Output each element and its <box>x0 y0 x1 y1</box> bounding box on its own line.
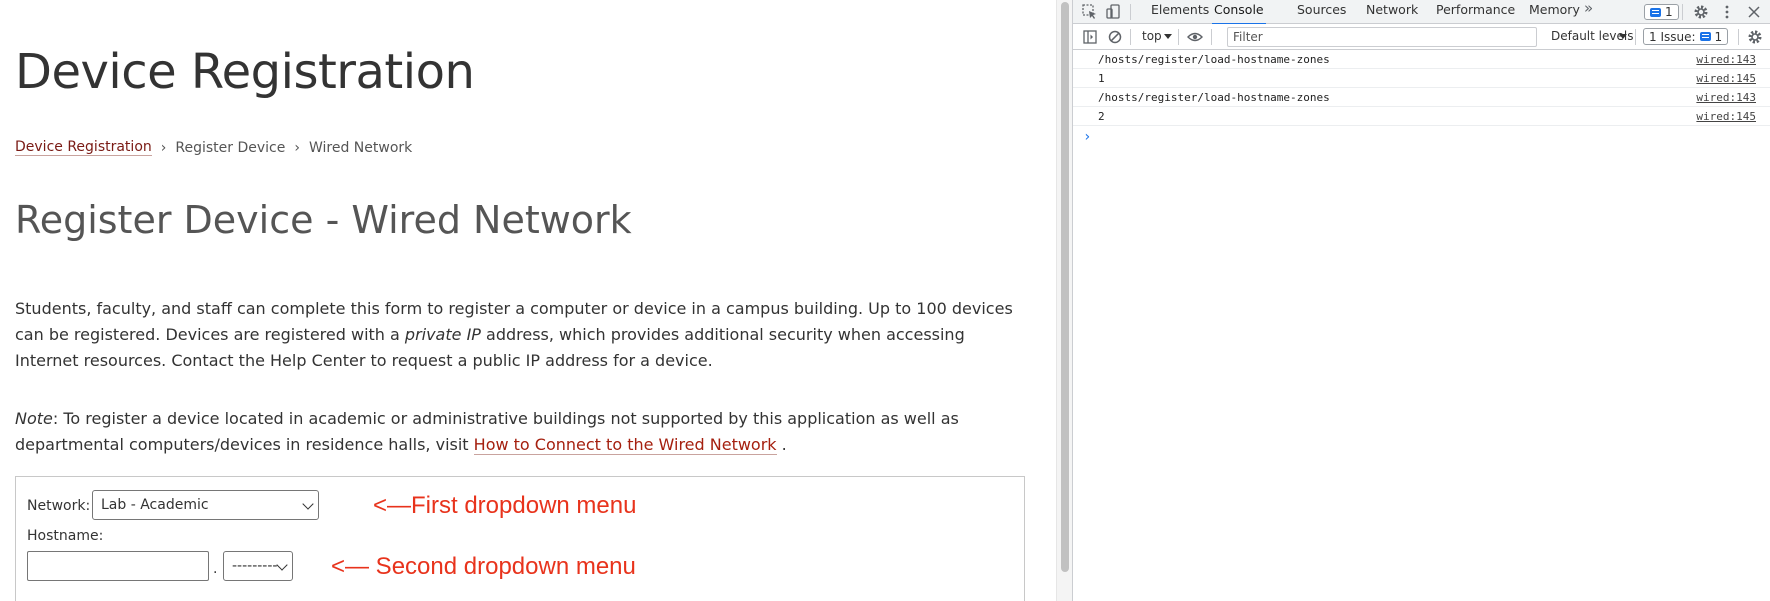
settings-gear-icon[interactable] <box>1692 3 1710 21</box>
sidebar-toggle-icon[interactable] <box>1081 28 1099 46</box>
breadcrumb-item-register-device: Register Device <box>175 139 286 156</box>
console-message: /hosts/register/load-hostname-zones <box>1098 53 1330 66</box>
source-link[interactable]: wired:143 <box>1696 91 1756 104</box>
network-select-value: Lab - Academic <box>101 497 209 513</box>
message-icon <box>1699 32 1711 41</box>
annotation-first-dropdown: <—First dropdown menu <box>373 492 637 519</box>
tab-performance[interactable]: Performance <box>1434 0 1517 23</box>
page-scrollbar[interactable] <box>1056 0 1072 601</box>
network-select[interactable]: Lab - Academic <box>92 490 319 520</box>
more-tabs-button[interactable]: » <box>1582 0 1595 23</box>
note-paragraph: Note: To register a device located in ac… <box>15 406 1015 458</box>
breadcrumb-link-device-registration[interactable]: Device Registration <box>15 139 152 156</box>
issues-label: 1 Issue: <box>1649 29 1696 44</box>
console-filter-input[interactable]: Filter <box>1227 27 1537 47</box>
zone-select-value: --------- <box>232 558 278 574</box>
console-prompt[interactable]: › <box>1083 129 1091 145</box>
message-count-badge[interactable]: 1 <box>1644 4 1679 20</box>
chevron-down-icon <box>1619 34 1627 39</box>
wired-network-help-link[interactable]: How to Connect to the Wired Network <box>473 435 777 455</box>
annotation-second-dropdown: <— Second dropdown menu <box>331 553 636 580</box>
eye-icon[interactable] <box>1186 28 1204 46</box>
chevron-down-icon <box>1164 34 1172 39</box>
console-message-row: 2 wired:145 <box>1073 107 1770 126</box>
tab-network[interactable]: Network <box>1364 0 1420 23</box>
toolbar-divider <box>1738 29 1739 45</box>
tab-sources[interactable]: Sources <box>1295 0 1348 23</box>
console-settings-gear-icon[interactable] <box>1746 28 1764 46</box>
intro-emphasis: private IP <box>404 325 481 344</box>
source-link[interactable]: wired:145 <box>1696 110 1756 123</box>
breadcrumb-item-wired-network: Wired Network <box>308 139 413 156</box>
tab-memory[interactable]: Memory <box>1527 0 1582 23</box>
toolbar-divider <box>1635 29 1636 45</box>
registration-form: Network: Lab - Academic <—First dropdown… <box>15 476 1025 601</box>
message-count: 1 <box>1665 5 1673 19</box>
issues-button[interactable]: 1 Issue: 1 <box>1643 28 1729 45</box>
note-end: . <box>776 435 787 454</box>
breadcrumb-separator: › <box>160 139 167 156</box>
hostname-zone-select[interactable]: --------- <box>223 551 293 581</box>
hostname-label: Hostname: <box>27 528 104 544</box>
context-selector[interactable]: top <box>1142 29 1162 43</box>
tabbar-divider <box>1130 4 1131 20</box>
console-message-row: /hosts/register/load-hostname-zones wire… <box>1073 88 1770 107</box>
kebab-menu-icon[interactable] <box>1718 3 1736 21</box>
hostname-dot: . <box>213 561 218 577</box>
chevron-down-icon <box>276 559 288 571</box>
console-output: /hosts/register/load-hostname-zones wire… <box>1073 50 1770 601</box>
console-message: 1 <box>1098 72 1105 85</box>
note-label: Note <box>15 409 53 428</box>
web-page: Device Registration Device Registration … <box>0 0 1056 601</box>
console-message: /hosts/register/load-hostname-zones <box>1098 91 1330 104</box>
source-link[interactable]: wired:143 <box>1696 53 1756 66</box>
issues-count: 1 <box>1714 29 1723 44</box>
device-toolbar-icon[interactable] <box>1104 3 1122 21</box>
intro-paragraph: Students, faculty, and staff can complet… <box>15 296 1015 374</box>
section-heading: Register Device - Wired Network <box>15 198 632 242</box>
devtools-panel: Elements Console Sources Network Perform… <box>1072 0 1770 601</box>
console-toolbar: top Filter Default levels 1 Issue: 1 <box>1073 24 1770 50</box>
tab-console[interactable]: Console <box>1212 0 1266 25</box>
source-link[interactable]: wired:145 <box>1696 72 1756 85</box>
toolbar-divider <box>1130 29 1131 45</box>
clear-console-icon[interactable] <box>1106 28 1124 46</box>
inspect-element-icon[interactable] <box>1081 3 1099 21</box>
console-message-row: 1 wired:145 <box>1073 69 1770 88</box>
toolbar-divider <box>1178 29 1179 45</box>
toolbar-divider <box>1211 29 1212 45</box>
chevron-down-icon <box>302 498 314 510</box>
console-message-row: /hosts/register/load-hostname-zones wire… <box>1073 50 1770 69</box>
close-icon[interactable] <box>1745 3 1763 21</box>
breadcrumb: Device Registration › Register Device › … <box>15 139 412 156</box>
hostname-input[interactable] <box>27 551 209 581</box>
console-message: 2 <box>1098 110 1105 123</box>
tab-elements[interactable]: Elements <box>1149 0 1211 23</box>
page-title: Device Registration <box>15 44 475 100</box>
message-icon <box>1650 7 1661 17</box>
network-label: Network: <box>27 498 91 514</box>
scrollbar-thumb[interactable] <box>1061 2 1069 572</box>
devtools-tabbar: Elements Console Sources Network Perform… <box>1073 0 1770 25</box>
breadcrumb-separator: › <box>294 139 300 156</box>
tabbar-divider <box>1682 4 1683 20</box>
